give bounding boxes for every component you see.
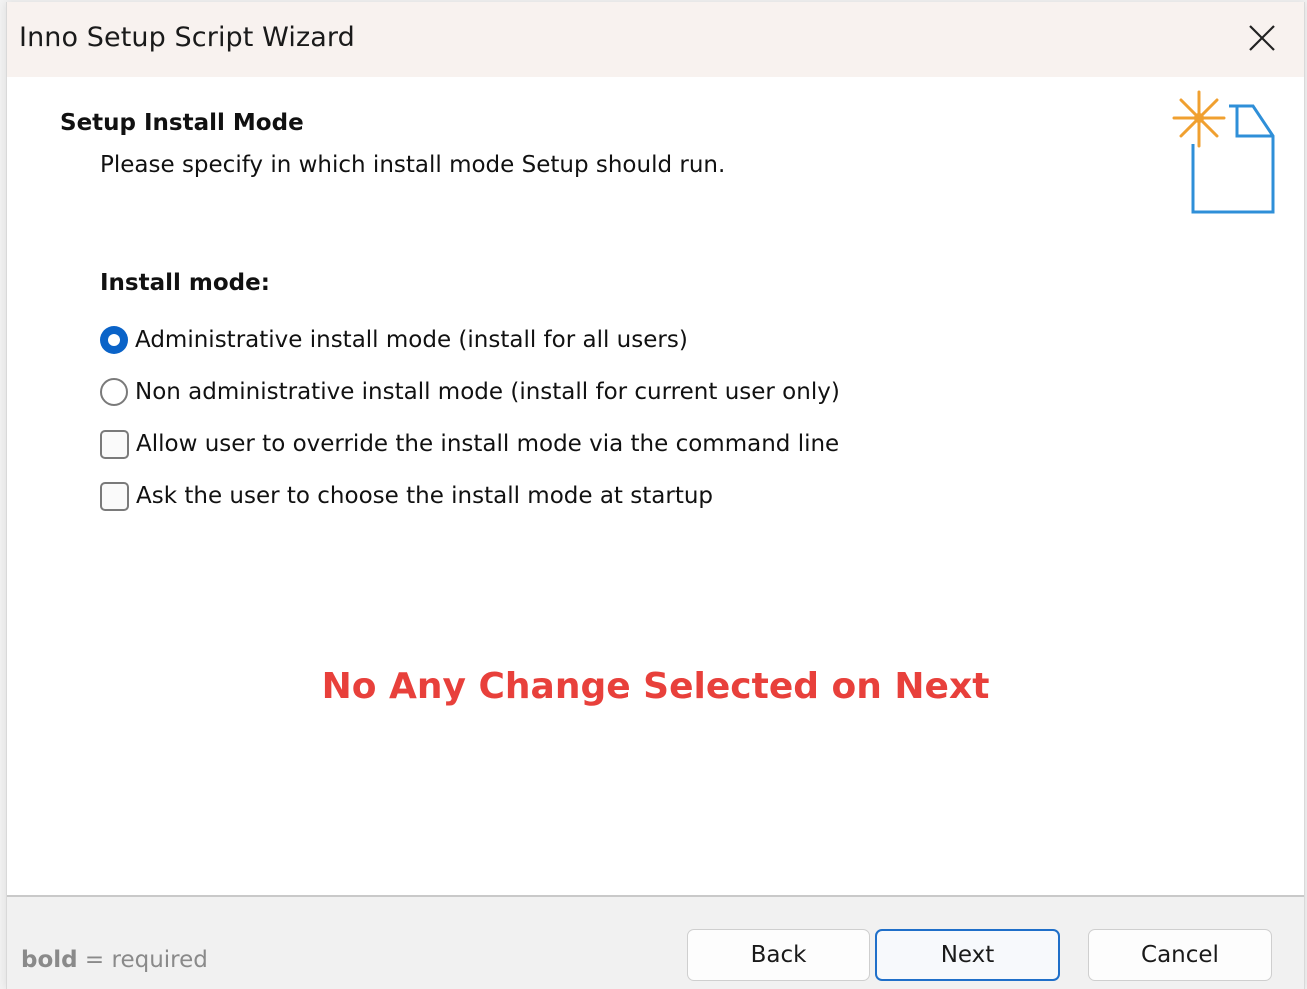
non-admin-install-mode-label: Non administrative install mode (install…: [135, 379, 840, 405]
required-hint-bold: bold: [21, 947, 78, 973]
install-mode-label: Install mode:: [100, 270, 270, 296]
close-icon: [1249, 25, 1275, 51]
annotation-text: No Any Change Selected on Next: [321, 666, 990, 707]
checkbox-box[interactable]: [100, 481, 129, 511]
next-button[interactable]: Next: [875, 929, 1060, 981]
admin-install-mode-radio[interactable]: Administrative install mode (install for…: [100, 322, 688, 358]
admin-install-mode-label: Administrative install mode (install for…: [135, 327, 688, 353]
ask-at-startup-label: Ask the user to choose the install mode …: [136, 483, 714, 509]
radio-unselected-indicator[interactable]: [100, 378, 128, 406]
page-subheading: Please specify in which install mode Set…: [100, 152, 726, 178]
non-admin-install-mode-radio[interactable]: Non administrative install mode (install…: [100, 374, 840, 410]
override-cmdline-checkbox[interactable]: Allow user to override the install mode …: [100, 426, 839, 462]
window-title: Inno Setup Script Wizard: [19, 22, 355, 53]
required-hint: bold = required: [21, 947, 208, 973]
new-document-sparkle-icon: [1172, 90, 1275, 214]
back-button[interactable]: Back: [687, 929, 870, 981]
checkbox-box[interactable]: [100, 429, 129, 459]
radio-selected-indicator[interactable]: [100, 326, 128, 354]
override-cmdline-label: Allow user to override the install mode …: [136, 431, 840, 457]
title-bar: Inno Setup Script Wizard: [7, 2, 1304, 77]
ask-at-startup-checkbox[interactable]: Ask the user to choose the install mode …: [100, 478, 713, 514]
cancel-button[interactable]: Cancel: [1088, 929, 1272, 981]
wizard-window: Inno Setup Script Wizard Setup Install M…: [6, 2, 1305, 989]
required-hint-text: = required: [77, 947, 208, 973]
page-heading: Setup Install Mode: [60, 110, 304, 136]
close-button[interactable]: [1220, 2, 1304, 77]
